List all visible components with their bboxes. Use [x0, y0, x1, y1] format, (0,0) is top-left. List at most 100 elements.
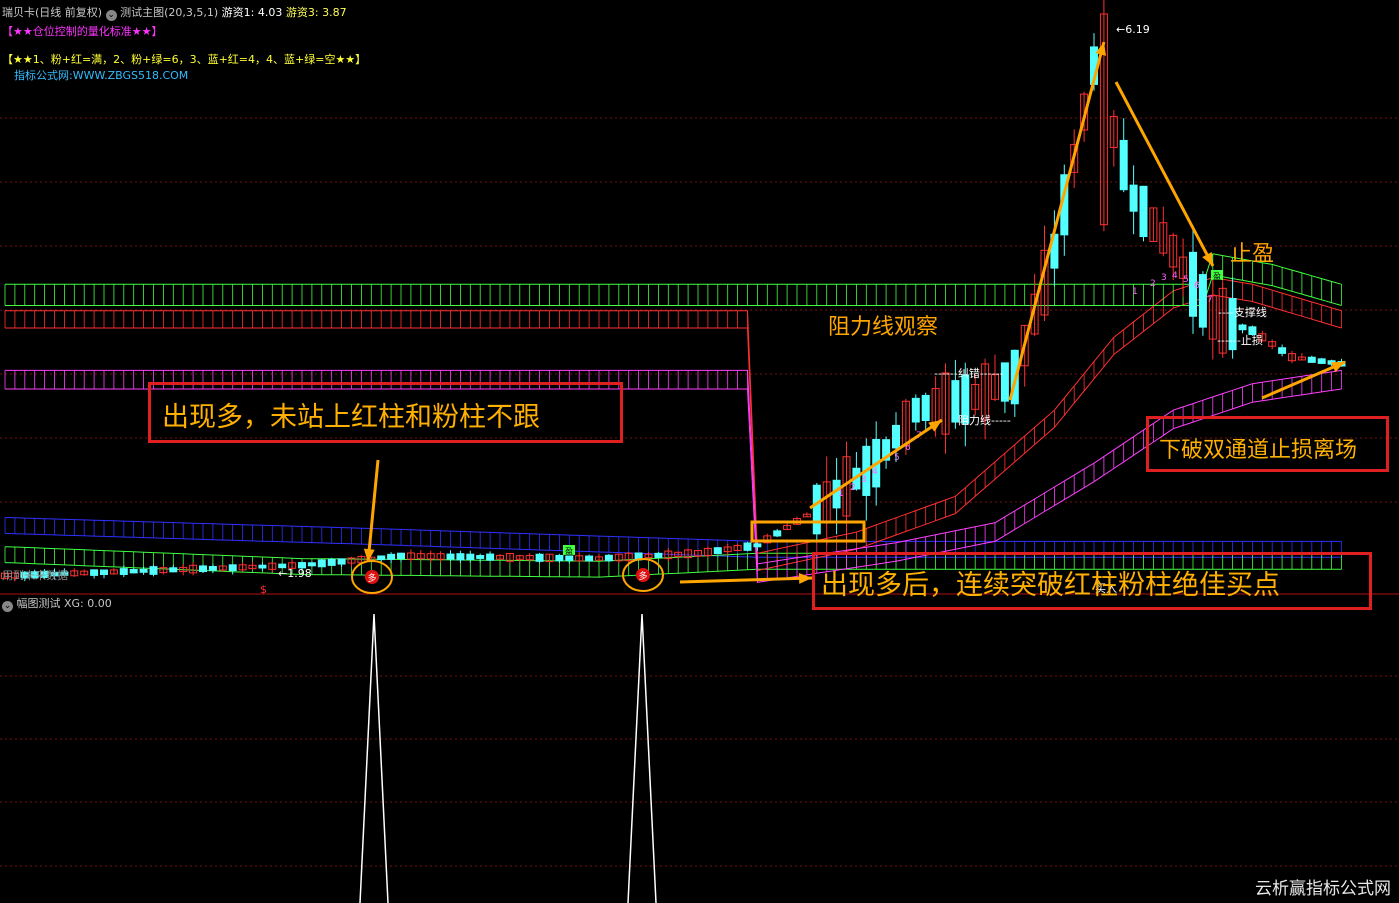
wave-number: 5	[1183, 275, 1189, 285]
candle-body	[446, 553, 455, 560]
candle-body	[199, 565, 207, 573]
candle-body	[387, 553, 396, 560]
take-profit-tag: 盈	[1213, 272, 1221, 281]
candle-body	[327, 558, 336, 566]
candle-body	[585, 555, 594, 562]
candle-body	[139, 568, 148, 573]
signal-tag: 盈	[565, 547, 573, 556]
candle-body	[476, 555, 485, 559]
breakout-highlight	[750, 520, 866, 543]
legend-site: 指标公式网:WWW.ZBGS518.COM	[14, 69, 189, 82]
signal-spike	[359, 613, 389, 903]
candle-body	[565, 555, 574, 561]
annotation-text: 下破双通道止损离场	[1159, 438, 1358, 463]
channel-green-right-top	[5, 253, 1342, 285]
wave-number: 2	[1150, 279, 1156, 289]
candle-body	[456, 553, 465, 561]
candle-body	[169, 567, 178, 573]
take-profit-label: 止盈	[1230, 242, 1275, 267]
duo-label: 多	[638, 570, 647, 582]
sub-panel-title[interactable]: 幅图测试	[17, 597, 61, 610]
candle-body	[486, 553, 495, 561]
candle-body	[307, 562, 316, 567]
annotation-text: 出现多后，连续突破红柱粉柱绝佳买点	[821, 570, 1280, 601]
candle-body	[604, 554, 613, 562]
candle-body	[466, 553, 475, 561]
candle-body	[1198, 274, 1207, 328]
legend-title: 【★★仓位控制的量化标准★★】	[2, 25, 163, 38]
period-label: (日线 前复权)	[35, 6, 103, 19]
candle-body	[397, 552, 405, 560]
wave-number: 4	[872, 467, 878, 477]
channel-blue-top	[4, 517, 1342, 542]
wave-number: 3	[861, 475, 867, 485]
candle-body	[555, 554, 564, 562]
candle-body	[1129, 184, 1138, 212]
candle-body	[258, 564, 267, 569]
support-line-label: ----支撑线	[1218, 305, 1267, 319]
yz1-value: 游资1: 4.03	[221, 6, 283, 19]
resistance-watch-label: 阻力线观察	[828, 315, 939, 340]
collapse-icon[interactable]: ⌄	[105, 10, 117, 21]
collapse-icon[interactable]: ⌄	[2, 601, 13, 612]
channel-green-right-bottom	[5, 274, 1342, 306]
candle-body	[1139, 185, 1148, 238]
wave-number: 3	[1161, 273, 1167, 283]
wave-number: 6	[1194, 281, 1200, 291]
annotation-box-stop-loss: 下破双通道止损离场	[1146, 416, 1389, 472]
candle-body	[911, 397, 920, 423]
duo-label: 多	[367, 572, 376, 584]
arrow-rally	[1008, 41, 1106, 401]
candle-body	[208, 565, 217, 571]
wave-number: 1	[1132, 287, 1138, 297]
candle-body	[1278, 347, 1287, 354]
arrow-best-buy	[679, 576, 813, 584]
candle-body	[1238, 324, 1247, 331]
correction-line-label: ------纠错------	[934, 366, 1004, 380]
chart-header: 瑞贝卡(日线 前复权) ⌄ 测试主图(20,3,5,1) 游资1: 4.03 游…	[2, 6, 347, 21]
candle-body	[149, 566, 158, 575]
wave-number: 4	[1172, 271, 1178, 281]
arrow-take-profit	[1114, 81, 1215, 267]
signal-spike	[627, 613, 657, 903]
channel-green-right-ticks	[4, 253, 1342, 306]
candle-body	[921, 394, 930, 422]
arrow-resistance-head	[928, 420, 942, 432]
candle-body	[743, 542, 752, 551]
candle-body	[535, 553, 544, 562]
candle-body	[377, 555, 386, 561]
yz3-value: 游资3: 3.87	[285, 6, 347, 19]
stock-name[interactable]: 瑞贝卡	[2, 6, 35, 19]
legend-rules: 【★★1、粉+红=满，2、粉+绿=6，3、蓝+红=4，4、蓝+绿=空★★】	[2, 53, 367, 66]
future-data-note: 用到未来数据	[2, 569, 68, 582]
low-price-label: ←1.98	[278, 567, 312, 580]
high-price-label: ←6.19	[1116, 23, 1150, 36]
watermark: 云析赢指标公式网	[1255, 879, 1391, 899]
candle-body	[129, 569, 138, 574]
candle-body	[773, 530, 782, 537]
candle-body	[317, 559, 326, 568]
candle-body	[753, 543, 762, 548]
annotation-box-no-follow: 出现多，未站上红柱和粉柱不跟	[148, 382, 623, 443]
candle-body	[1317, 358, 1326, 364]
candle-body	[713, 547, 722, 555]
candle-body	[892, 424, 900, 449]
sub-panel-value: XG: 0.00	[64, 597, 112, 610]
resistance-line-label: 阻力线-----	[958, 413, 1011, 427]
candle-body	[1307, 356, 1316, 363]
sub-panel-header: ⌄ 幅图测试 XG: 0.00	[2, 597, 112, 612]
wave-number: 7	[1207, 295, 1213, 305]
stoploss-line-label: ------止损	[1217, 333, 1263, 347]
candle-body	[90, 569, 99, 576]
candle-body	[337, 558, 346, 565]
annotation-box-best-buy: 出现多后，连续突破红柱粉柱绝佳买点	[812, 552, 1372, 610]
candle-body	[100, 569, 108, 576]
arrow-no-follow	[366, 459, 380, 563]
candle-body	[119, 568, 128, 575]
candle-body	[1119, 139, 1128, 191]
candle-body	[812, 484, 821, 535]
indicator-name[interactable]: 测试主图(20,3,5,1)	[120, 6, 218, 19]
candle-body	[228, 564, 237, 572]
wave-number: 5	[894, 453, 900, 463]
dollar-mark: $	[260, 583, 267, 596]
